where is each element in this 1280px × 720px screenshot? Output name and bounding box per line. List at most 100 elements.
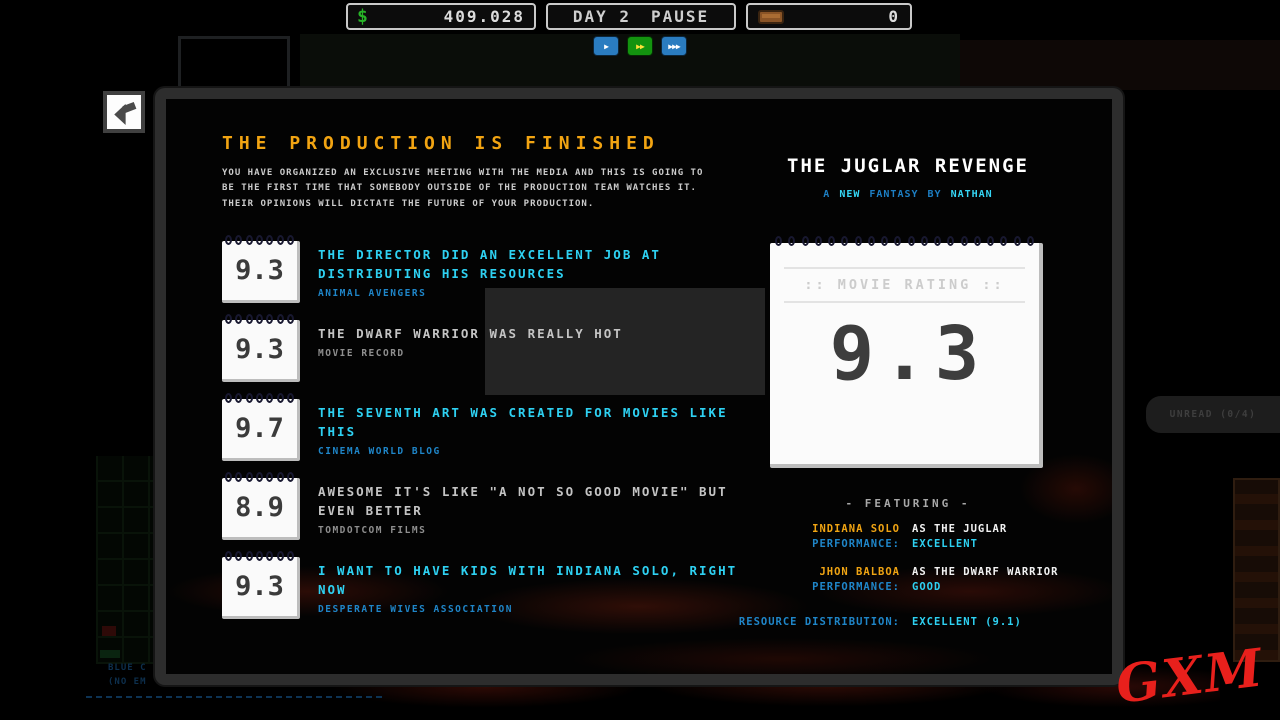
audience-count: 0 <box>888 7 900 26</box>
spiral-ring <box>225 551 232 561</box>
spiral-ring <box>287 393 294 403</box>
cast-name: JHON BALBOA <box>582 566 900 578</box>
spiral-binding <box>225 393 294 403</box>
vending-machine <box>1233 478 1280 662</box>
review-quote: THE SEVENTH ART WAS CREATED FOR MOVIES L… <box>318 404 758 442</box>
production-finished-dialog: THE PRODUCTION IS FINISHED YOU HAVE ORGA… <box>155 88 1123 685</box>
speed-fastest-button[interactable]: ▶▶▶ <box>661 36 687 56</box>
spiral-ring <box>974 236 981 246</box>
spiral-ring <box>908 236 915 246</box>
featuring-spacer <box>582 596 1112 606</box>
spiral-ring <box>287 235 294 245</box>
spiral-ring <box>277 472 284 482</box>
back-button[interactable] <box>103 91 145 133</box>
review-rating: 9.3 <box>222 320 297 379</box>
review-quote: THE DIRECTOR DID AN EXCELLENT JOB AT DIS… <box>318 246 758 284</box>
spiral-ring <box>894 236 901 246</box>
spiral-ring <box>788 236 795 246</box>
dialog-description: YOU HAVE ORGANIZED AN EXCLUSIVE MEETING … <box>222 166 722 212</box>
background-faint-text: BLUE C (NO EM <box>108 661 147 690</box>
spiral-ring <box>235 393 242 403</box>
review-score-card: 8.9 <box>222 478 300 540</box>
spiral-binding <box>225 235 294 245</box>
movie-subtitle-word: NATHAN <box>951 189 993 200</box>
audience-panel: 0 <box>746 3 912 30</box>
spiral-ring <box>246 551 253 561</box>
spiral-ring <box>266 314 273 324</box>
review-text: THE DIRECTOR DID AN EXCELLENT JOB AT DIS… <box>318 237 758 299</box>
spiral-ring <box>815 236 822 246</box>
spiral-ring <box>246 314 253 324</box>
spiral-ring <box>277 551 284 561</box>
spiral-ring <box>246 472 253 482</box>
review-score-card: 9.3 <box>222 320 300 382</box>
speed-play-button[interactable]: ▶ <box>593 36 619 56</box>
movie-rating-label: :: MOVIE RATING :: <box>770 277 1039 293</box>
performance-value: EXCELLENT <box>912 538 1112 550</box>
featuring-spacer <box>582 609 1112 613</box>
spiral-binding <box>225 314 294 324</box>
movie-subtitle-word: BY <box>928 189 942 200</box>
spiral-ring <box>987 236 994 246</box>
review-score-card: 9.7 <box>222 399 300 461</box>
spiral-ring <box>256 393 263 403</box>
spiral-ring <box>277 393 284 403</box>
featuring-spacer <box>582 553 1112 563</box>
spiral-ring <box>225 472 232 482</box>
review-item: 9.3 THE DWARF WARRIOR WAS REALLY HOTMOVIE… <box>222 316 782 382</box>
spiral-ring <box>802 236 809 246</box>
faint-text-line: (NO EM <box>108 675 147 689</box>
spiral-ring <box>256 235 263 245</box>
spiral-binding <box>225 472 294 482</box>
movie-title: THE JUGLAR REVENGE <box>758 155 1058 177</box>
back-arrow-icon <box>111 99 137 125</box>
spiral-ring <box>921 236 928 246</box>
spiral-ring <box>246 235 253 245</box>
resource-distribution-value: EXCELLENT (9.1) <box>912 616 1112 628</box>
movie-subtitle-word: FANTASY <box>869 189 918 200</box>
review-score-card: 9.3 <box>222 557 300 619</box>
review-source: MOVIE RECORD <box>318 348 623 359</box>
cast-role: AS THE DWARF WARRIOR <box>912 566 1112 578</box>
rating-divider-bottom <box>784 301 1025 303</box>
spiral-ring <box>961 236 968 246</box>
spiral-ring <box>828 236 835 246</box>
performance-value: GOOD <box>912 581 1112 593</box>
chart-red-bar <box>102 626 116 636</box>
background-building-outline <box>178 36 290 92</box>
spiral-ring <box>256 472 263 482</box>
movie-subtitle: A NEW FANTASY BY NATHAN <box>758 189 1058 200</box>
unread-tab-label: UNREAD (0/4) <box>1170 409 1257 420</box>
chart-green-bar <box>100 650 120 658</box>
money-icon: $ <box>357 6 368 27</box>
couch-icon <box>758 10 784 24</box>
fastest-forward-icon: ▶▶▶ <box>668 42 679 51</box>
spiral-ring <box>287 472 294 482</box>
spiral-ring <box>287 314 294 324</box>
speed-fast-button[interactable]: ▶▶ <box>627 36 653 56</box>
dialog-content: THE PRODUCTION IS FINISHED YOU HAVE ORGA… <box>166 99 1112 674</box>
spiral-ring <box>235 551 242 561</box>
review-score-card: 9.3 <box>222 241 300 303</box>
review-quote: AWESOME IT'S LIKE "A NOT SO GOOD MOVIE" … <box>318 483 758 521</box>
spiral-ring <box>266 472 273 482</box>
background-room-block-right <box>960 40 1280 90</box>
movie-subtitle-word: A <box>823 189 830 200</box>
review-rating: 9.3 <box>222 241 297 300</box>
review-text: THE DWARF WARRIOR WAS REALLY HOTMOVIE RE… <box>318 316 623 359</box>
movie-subtitle-word: NEW <box>839 189 860 200</box>
movie-rating-value: 9.3 <box>770 317 1039 391</box>
spiral-ring <box>934 236 941 246</box>
spiral-ring <box>947 236 954 246</box>
movie-rating-card: :: MOVIE RATING :: 9.3 <box>770 243 1043 468</box>
review-rating: 8.9 <box>222 478 297 537</box>
spiral-ring <box>841 236 848 246</box>
review-source: CINEMA WORLD BLOG <box>318 446 758 457</box>
spiral-ring <box>256 314 263 324</box>
unread-messages-tab[interactable]: UNREAD (0/4) <box>1146 396 1280 433</box>
spiral-binding <box>225 551 294 561</box>
spiral-ring <box>235 235 242 245</box>
spiral-ring <box>855 236 862 246</box>
spiral-ring <box>266 393 273 403</box>
day-panel: DAY 2 PAUSE <box>546 3 736 30</box>
